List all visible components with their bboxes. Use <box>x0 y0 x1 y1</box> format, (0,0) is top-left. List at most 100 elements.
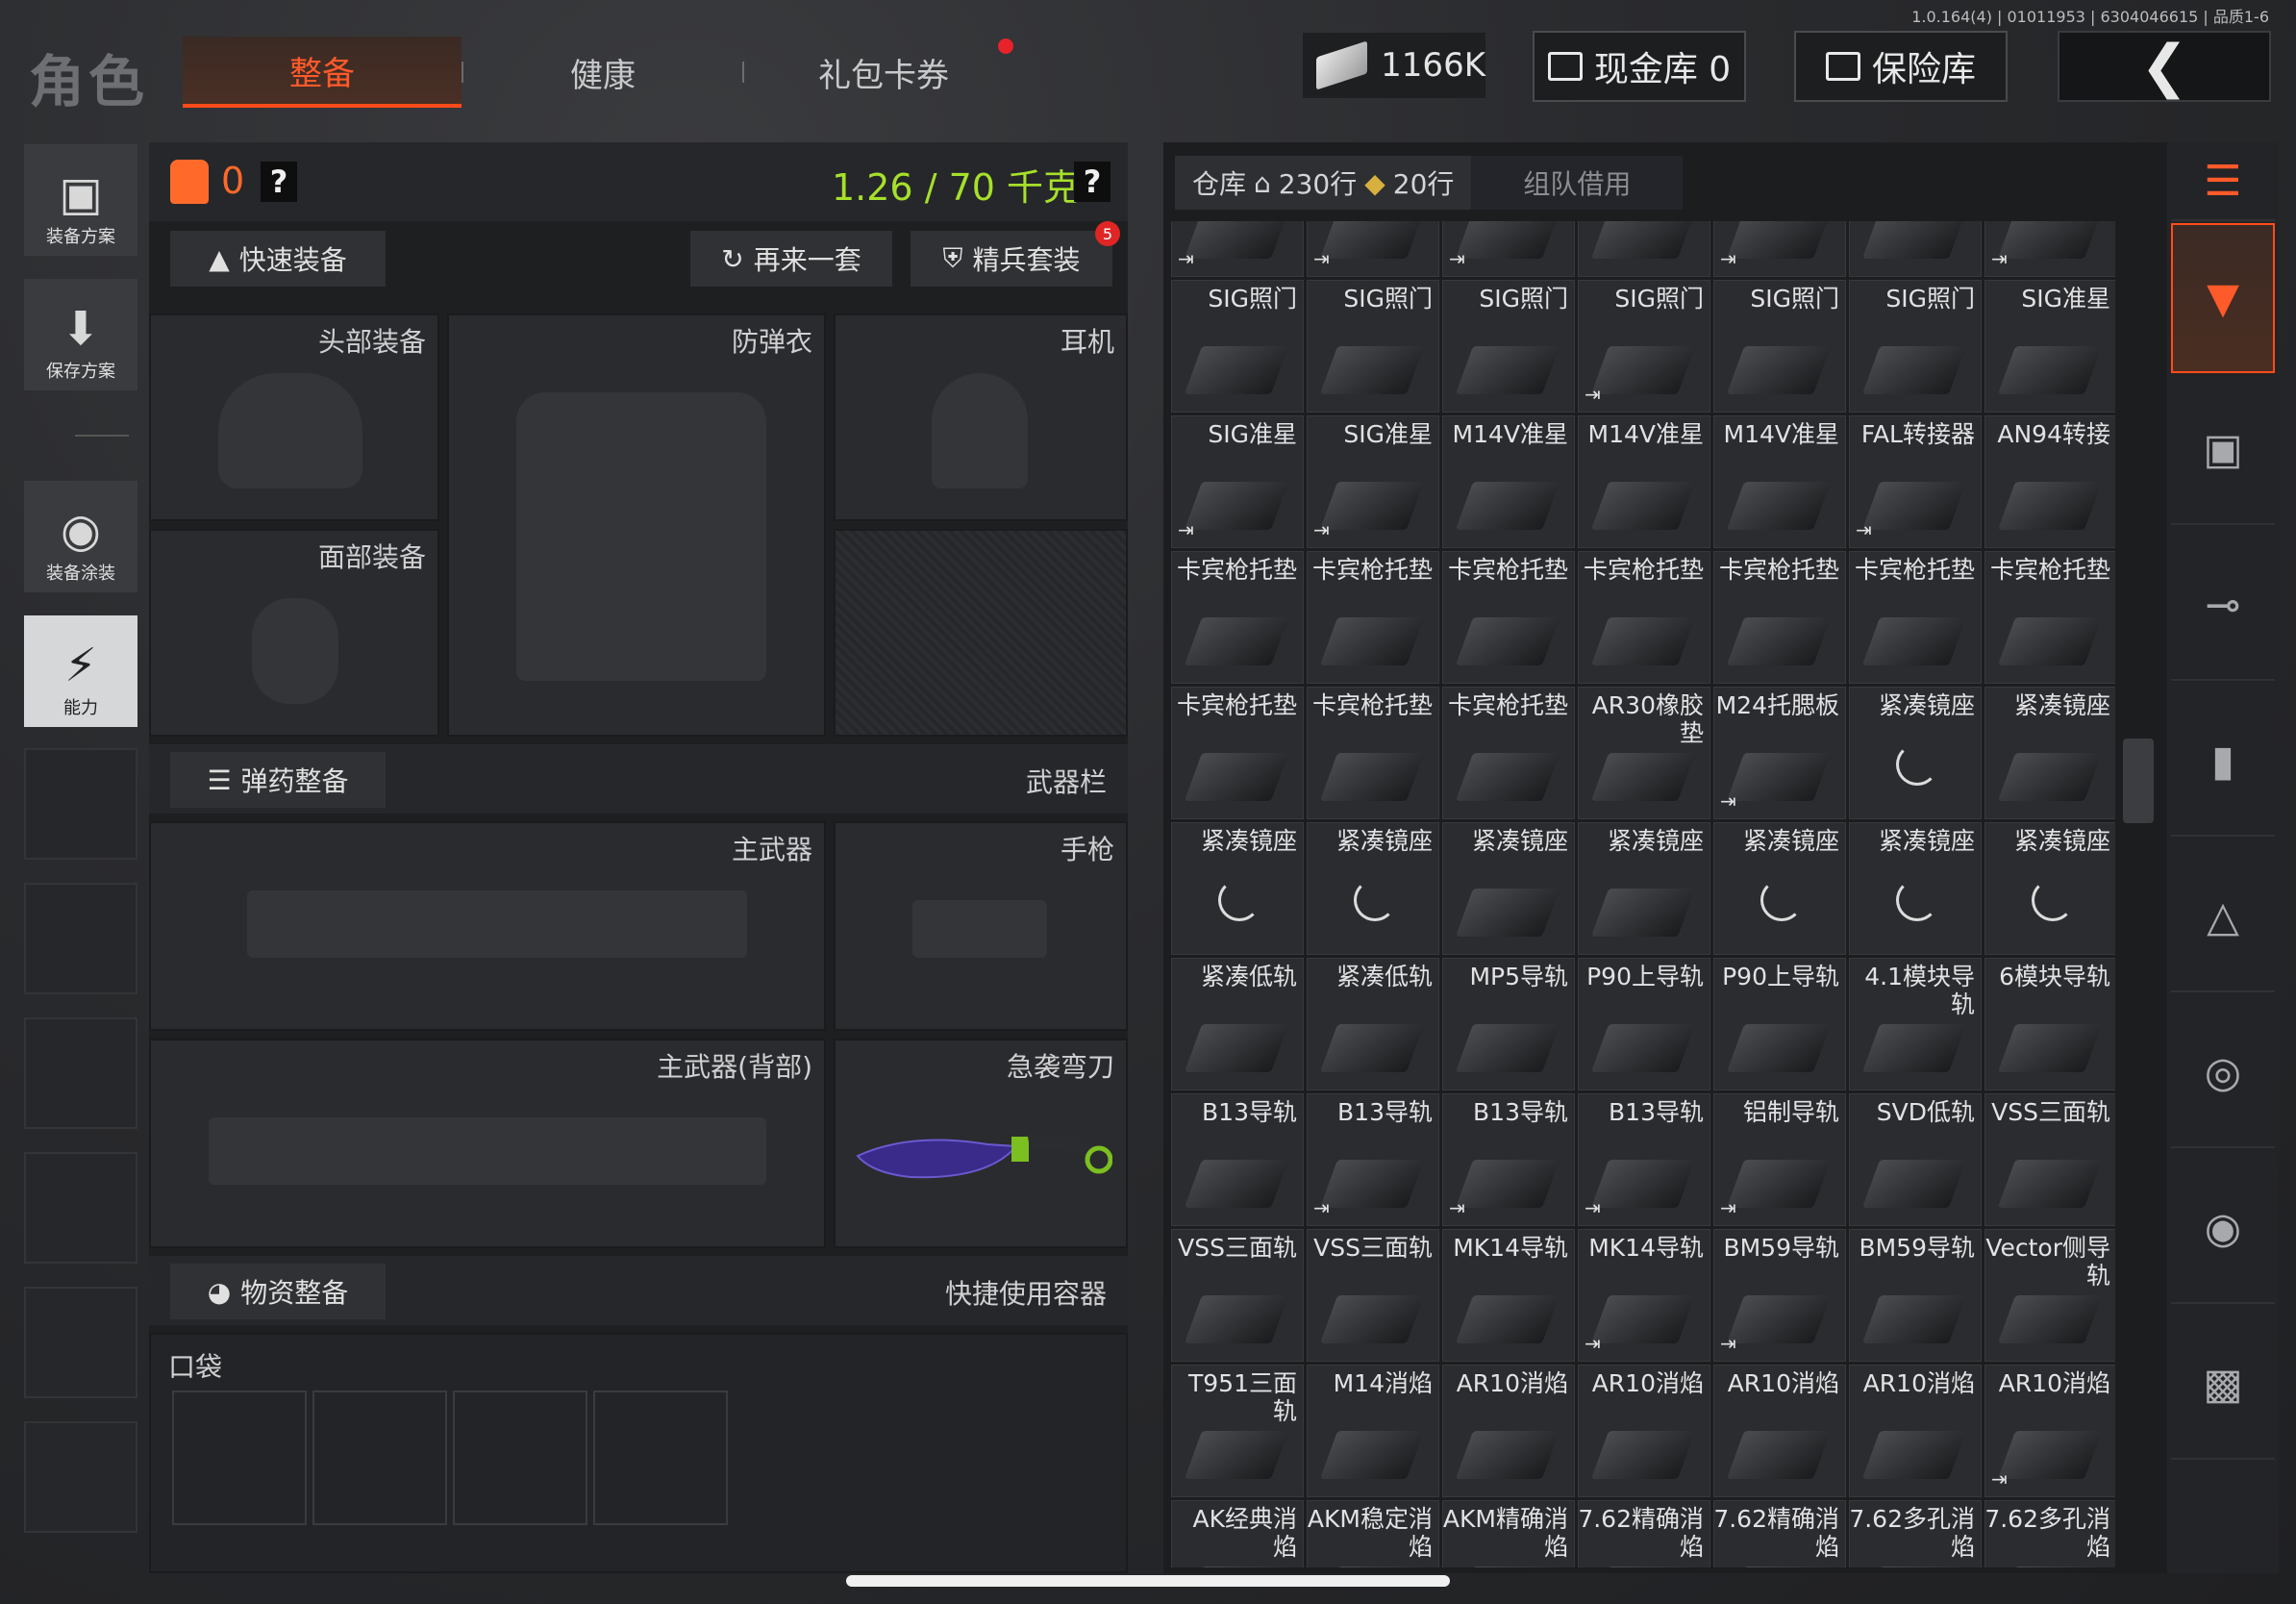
item-cell[interactable]: M24托腮板 ⇥ <box>1713 687 1846 819</box>
elite-kit-button[interactable]: ⛨ 精兵套装 5 <box>911 221 1120 287</box>
item-cell[interactable]: SIG准星 ⇥ <box>1171 415 1304 548</box>
item-cell[interactable] <box>1578 221 1710 277</box>
item-cell[interactable]: AK经典消焰 <box>1171 1500 1304 1567</box>
item-cell[interactable]: 紧凑镜座 <box>1984 687 2115 819</box>
ability-button[interactable]: ⚡ 能力 <box>24 615 137 727</box>
tab-gear[interactable]: 整备 <box>183 37 462 108</box>
item-cell[interactable]: 紧凑镜座 <box>1849 687 1982 819</box>
tab-health[interactable]: 健康 <box>463 37 742 108</box>
bag-help-button[interactable]: ? <box>261 162 297 202</box>
item-cell[interactable]: AR10消焰 <box>1442 1365 1575 1497</box>
face-gear-slot[interactable]: 面部装备 <box>149 529 439 737</box>
item-cell[interactable]: MP5导轨 <box>1442 958 1575 1090</box>
item-cell[interactable]: AR10消焰 ⇥ <box>1984 1365 2115 1497</box>
item-cell[interactable]: 紧凑镜座 <box>1171 822 1304 955</box>
equip-again-button[interactable]: ↻ 再来一套 <box>690 231 892 287</box>
stack-icon[interactable]: ☰ <box>2171 142 2275 221</box>
warehouse-scrollbar[interactable] <box>2123 739 2154 823</box>
item-cell[interactable]: SIG照门 ⇥ <box>1578 280 1710 413</box>
item-cell[interactable]: SIG照门 <box>1171 280 1304 413</box>
item-cell[interactable]: 紧凑镜座 <box>1307 822 1439 955</box>
item-cell[interactable]: 卡宾枪托垫 <box>1442 687 1575 819</box>
item-cell[interactable]: 7.62精确消焰 <box>1578 1500 1710 1567</box>
grenade-icon[interactable]: ◉ <box>2171 1154 2275 1304</box>
item-cell[interactable]: AN94转接 <box>1984 415 2115 548</box>
item-cell[interactable]: M14消焰 <box>1307 1365 1439 1497</box>
item-cell[interactable]: FAL转接器 ⇥ <box>1849 415 1982 548</box>
item-cell[interactable] <box>1849 221 1982 277</box>
item-cell[interactable]: 紧凑镜座 <box>1984 822 2115 955</box>
item-cell[interactable]: 卡宾枪托垫 <box>1713 551 1846 684</box>
item-cell[interactable]: B13导轨 ⇥ <box>1442 1093 1575 1226</box>
item-cell[interactable]: 卡宾枪托垫 <box>1307 551 1439 684</box>
item-cell[interactable]: AR10消焰 <box>1578 1365 1710 1497</box>
item-cell[interactable]: P90上导轨 <box>1713 958 1846 1090</box>
head-gear-slot[interactable]: 头部装备 <box>149 313 439 521</box>
item-cell[interactable]: 紧凑低轨 <box>1171 958 1304 1090</box>
container-icon[interactable]: ▩ <box>2171 1310 2275 1460</box>
item-cell[interactable]: 卡宾枪托垫 <box>1849 551 1982 684</box>
melee-slot[interactable]: 急袭弯刀 <box>834 1039 1128 1248</box>
item-cell[interactable]: VSS三面轨 <box>1307 1229 1439 1362</box>
item-cell[interactable]: SIG照门 <box>1442 280 1575 413</box>
item-cell[interactable]: MK14导轨 <box>1442 1229 1575 1362</box>
item-cell[interactable]: 卡宾枪托垫 <box>1578 551 1710 684</box>
item-cell[interactable]: B13导轨 ⇥ <box>1578 1093 1710 1226</box>
item-cell[interactable]: 铝制导轨 ⇥ <box>1713 1093 1846 1226</box>
item-cell[interactable]: AKM稳定消焰 <box>1307 1500 1439 1567</box>
item-cell[interactable]: SIG照门 <box>1713 280 1846 413</box>
item-cell[interactable]: SVD低轨 <box>1849 1093 1982 1226</box>
item-cell[interactable]: SIG照门 <box>1849 280 1982 413</box>
back-weapon-slot[interactable]: 主武器(背部) <box>149 1039 826 1248</box>
pocket-slot[interactable] <box>172 1391 307 1525</box>
loadout-plan-button[interactable]: ▣ 装备方案 <box>24 144 137 256</box>
item-cell[interactable]: 7.62精确消焰 <box>1713 1500 1846 1567</box>
item-cell[interactable]: 紧凑低轨 <box>1307 958 1439 1090</box>
item-cell[interactable]: 紧凑镜座 <box>1578 822 1710 955</box>
item-cell[interactable]: SIG准星 <box>1984 280 2115 413</box>
item-cell[interactable]: 紧凑镜座 <box>1442 822 1575 955</box>
item-cell[interactable]: VSS三面轨 <box>1171 1229 1304 1362</box>
item-cell[interactable]: ⇥ <box>1984 221 2115 277</box>
pocket-slot[interactable] <box>453 1391 587 1525</box>
item-cell[interactable]: M14V准星 <box>1578 415 1710 548</box>
item-cell[interactable]: 6模块导轨 <box>1984 958 2115 1090</box>
item-cell[interactable]: T951三面轨 <box>1171 1365 1304 1497</box>
ammo-equip-button[interactable]: ☰ 弹药整备 <box>170 752 386 808</box>
item-cell[interactable]: ⇥ <box>1307 221 1439 277</box>
item-cell[interactable]: ⇥ <box>1171 221 1304 277</box>
pocket-slot[interactable] <box>593 1391 728 1525</box>
item-cell[interactable]: B13导轨 <box>1171 1093 1304 1226</box>
item-cell[interactable]: 卡宾枪托垫 <box>1171 687 1304 819</box>
tab-team-borrow[interactable]: 组队借用 <box>1471 156 1684 210</box>
item-cell[interactable]: SIG准星 ⇥ <box>1307 415 1439 548</box>
item-cell[interactable]: SIG照门 <box>1307 280 1439 413</box>
item-cell[interactable]: 紧凑镜座 <box>1713 822 1846 955</box>
item-cell[interactable]: 7.62多孔消焰 <box>1984 1500 2115 1567</box>
gear-skin-button[interactable]: ◉ 装备涂装 <box>24 481 137 592</box>
magazine-icon[interactable]: ▮ <box>2171 687 2275 837</box>
item-cell[interactable]: BM59导轨 <box>1849 1229 1982 1362</box>
item-cell[interactable]: BM59导轨 ⇥ <box>1713 1229 1846 1362</box>
armor-icon[interactable]: ▣ <box>2171 375 2275 525</box>
item-cell[interactable]: AR30橡胶垫 <box>1578 687 1710 819</box>
back-button[interactable]: ❮ <box>2058 31 2271 102</box>
item-cell[interactable]: ⇥ <box>1713 221 1846 277</box>
headset-slot[interactable]: 耳机 <box>834 313 1128 521</box>
item-cell[interactable]: 卡宾枪托垫 <box>1171 551 1304 684</box>
item-cell[interactable]: VSS三面轨 <box>1984 1093 2115 1226</box>
item-cell[interactable]: 4.1模块导轨 <box>1849 958 1982 1090</box>
rifle-icon[interactable]: ⊸ <box>2171 531 2275 681</box>
bullet-icon[interactable]: △ <box>2171 842 2275 992</box>
scope-icon[interactable]: ◎ <box>2171 998 2275 1148</box>
pocket-slot[interactable] <box>312 1391 447 1525</box>
item-cell[interactable]: 紧凑镜座 <box>1849 822 1982 955</box>
tab-warehouse[interactable]: 仓库 ⌂ 230行 ◆ 20行 <box>1175 156 1472 210</box>
item-cell[interactable]: AKM精确消焰 <box>1442 1500 1575 1567</box>
item-cell[interactable]: ⇥ <box>1442 221 1575 277</box>
item-cell[interactable]: 卡宾枪托垫 <box>1984 551 2115 684</box>
armor-slot[interactable]: 防弹衣 <box>447 313 826 737</box>
box-download-icon[interactable]: ▼ <box>2171 223 2275 373</box>
pistol-slot[interactable]: 手枪 <box>834 821 1128 1031</box>
item-cell[interactable]: M14V准星 <box>1442 415 1575 548</box>
